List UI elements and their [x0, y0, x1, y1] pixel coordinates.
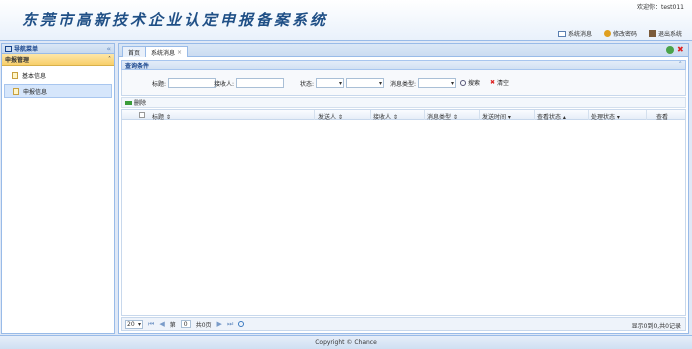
refresh-tab-icon[interactable]	[666, 46, 674, 54]
app-header: 东莞市高新技术企业认定申报备案系统 欢迎你：test011 系统消息 修改密码 …	[0, 0, 692, 41]
system-message-link[interactable]: 系统消息	[557, 29, 592, 38]
logout-label: 退出系统	[657, 31, 682, 38]
sidebar-title: 导航菜单	[14, 46, 39, 53]
sidebar-item-label: 申报信息	[23, 88, 48, 96]
refresh-icon[interactable]	[238, 321, 245, 327]
change-password-label: 修改密码	[612, 31, 637, 38]
query-panel-title: 查询条件	[125, 62, 150, 70]
prev-page-icon[interactable]: ◀	[159, 320, 164, 328]
title-filter-label: 标题:	[152, 80, 167, 88]
sidebar-collapse-icon[interactable]: «	[106, 45, 111, 53]
search-button[interactable]: 搜索	[460, 78, 480, 87]
tab-system-message-label: 系统消息	[151, 49, 176, 57]
query-panel-header: 查询条件 ˄	[121, 60, 686, 70]
last-page-icon[interactable]: ⏭	[227, 320, 233, 329]
search-label: 搜索	[468, 80, 481, 87]
page-prefix: 第	[169, 321, 176, 329]
delete-icon	[125, 100, 132, 105]
message-type-select[interactable]	[418, 78, 457, 88]
page-size-select[interactable]: 20	[125, 319, 143, 329]
search-icon	[460, 79, 466, 86]
first-page-icon[interactable]: ⏮	[148, 320, 154, 329]
document-icon	[13, 87, 19, 95]
menu-group-label: 申报管理	[5, 57, 30, 64]
close-all-tabs-icon[interactable]: ✖	[677, 46, 685, 54]
grid-body	[121, 120, 686, 316]
tab-close-icon[interactable]: ×	[177, 49, 182, 56]
tab-bar: 首页 系统消息 × ✖	[119, 44, 688, 57]
key-icon	[603, 30, 611, 37]
message-icon	[557, 30, 566, 37]
sidebar-item-basic-info[interactable]: 基本信息	[4, 68, 112, 82]
change-password-link[interactable]: 修改密码	[603, 29, 637, 38]
copyright-text: Copyright © Chance	[315, 339, 377, 346]
sidebar: 导航菜单 « 申报管理 ˄ 基本信息 申报信息	[1, 43, 115, 334]
chevron-up-icon: ˄	[108, 56, 111, 63]
page-size-value: 20	[127, 320, 135, 328]
sidebar-title-wrap: 导航菜单	[5, 44, 38, 53]
query-panel-body: 标题: 接收人: 状态: 消息类型: 搜索 ✖ 清空	[121, 70, 686, 96]
query-collapse-icon[interactable]: ˄	[679, 61, 683, 69]
delete-button[interactable]: 删除	[125, 98, 146, 107]
grid-toolbar: 删除	[121, 97, 686, 108]
tab-tools: ✖	[666, 46, 685, 54]
receiver-input[interactable]	[236, 78, 285, 88]
delete-label: 删除	[134, 100, 147, 107]
logout-link[interactable]: 退出系统	[648, 29, 682, 38]
sidebar-header: 导航菜单 «	[2, 44, 114, 54]
title-filter: 标题:	[152, 78, 217, 88]
receiver-filter: 接收人:	[214, 78, 285, 88]
status-filter-label: 状态:	[300, 80, 315, 88]
pagination-bar: 20 ⏮ ◀ 第 0 共0页 ▶ ⏭ 显示0到0,共0记录	[121, 317, 686, 331]
document-icon	[12, 71, 18, 79]
type-filter: 消息类型:	[390, 78, 457, 88]
tab-home[interactable]: 首页	[122, 46, 147, 57]
tab-home-label: 首页	[128, 49, 141, 57]
clear-icon: ✖	[490, 79, 496, 86]
title-input[interactable]	[168, 78, 217, 88]
select-all-checkbox[interactable]	[139, 112, 145, 118]
page-total: 共0页	[195, 321, 212, 329]
footer: Copyright © Chance	[0, 335, 692, 349]
tab-system-message[interactable]: 系统消息 ×	[145, 46, 189, 57]
clear-button[interactable]: ✖ 清空	[490, 78, 509, 87]
header-links: 系统消息 修改密码 退出系统	[557, 29, 682, 38]
type-filter-label: 消息类型:	[390, 80, 417, 88]
system-message-label: 系统消息	[567, 31, 592, 38]
status-select-1[interactable]	[316, 78, 345, 88]
pagination-info: 显示0到0,共0记录	[631, 323, 681, 330]
page-number-input[interactable]: 0	[180, 320, 191, 328]
menu-group-header[interactable]: 申报管理 ˄	[2, 54, 114, 66]
grid-header: 标题 ⇕ 发送人 ⇕ 接收人 ⇕ 消息类型 ⇕ 发送时间 ▾ 查看状态 ▴ 处理…	[121, 109, 686, 121]
app-title: 东莞市高新技术企业认定申报备案系统	[22, 11, 329, 29]
status-filter: 状态:	[300, 78, 385, 88]
welcome-text: 欢迎你：test011	[637, 4, 684, 11]
status-select-2[interactable]	[346, 78, 385, 88]
nav-menu-icon	[5, 45, 12, 52]
next-page-icon[interactable]: ▶	[217, 320, 222, 328]
clear-label: 清空	[497, 80, 510, 87]
exit-icon	[648, 30, 656, 37]
sidebar-item-declaration-info[interactable]: 申报信息	[4, 84, 112, 98]
receiver-filter-label: 接收人:	[214, 80, 235, 88]
main-panel: 首页 系统消息 × ✖ 查询条件 ˄ 标题: 接收人: 状态: 消息类型:	[118, 43, 689, 334]
sidebar-item-label: 基本信息	[22, 72, 47, 80]
